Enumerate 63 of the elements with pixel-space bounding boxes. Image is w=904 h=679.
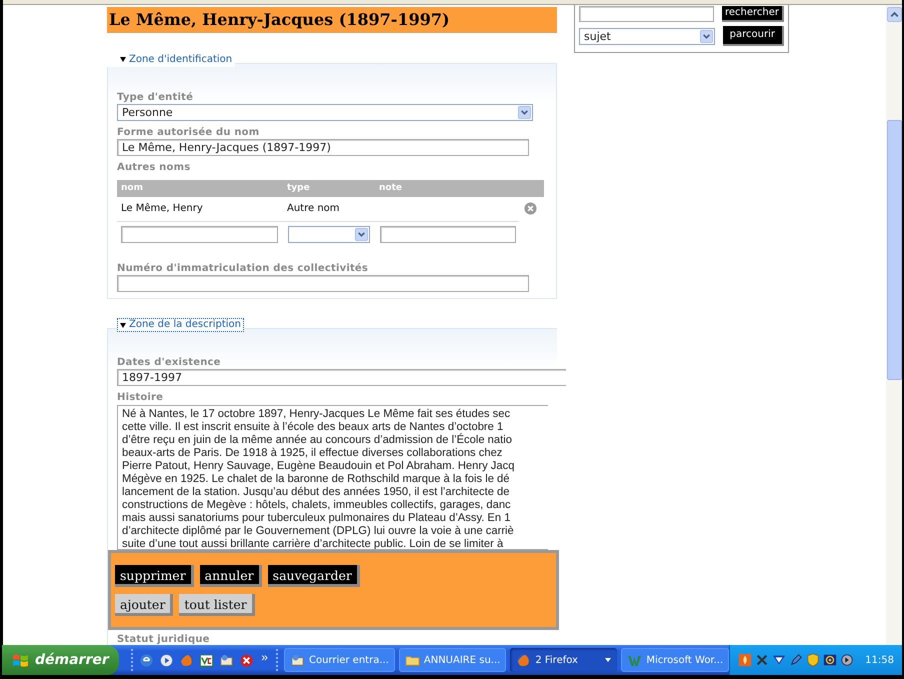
column-header: type [287, 183, 311, 193]
flame-icon[interactable] [738, 653, 752, 667]
text-line: d’architecte diplômé par le Gouvernement (DPLG) lui ouvre la voie à une carriè [122, 525, 515, 538]
text-line: Mégève en 1925. Le chalet de la baronne de Rothschild marque à la fois le dé [122, 473, 510, 486]
clock: 11:58 [865, 654, 894, 666]
browse-button[interactable]: parcourir [722, 26, 784, 46]
column-header: note [379, 183, 402, 193]
text-line: beaux-arts de Paris. De 1918 à 1925, il effectue diverses collaborations chez [122, 447, 504, 460]
text-line: Pierre Patout, Henry Sauvage, Eugène Beaudouin et Pol Abraham. Henry Jacq [122, 460, 516, 473]
text-line: Né à Nantes, le 17 octobre 1897, Henry-Jacques Le Même fait ses études sec [122, 408, 512, 421]
section-toggle-link[interactable]: Zone de la description [117, 318, 244, 332]
text-line: constructions de Megève : hôtels, chalets, immeubles collectifs, garages, danc [122, 499, 512, 512]
field-label: Autres noms [117, 162, 192, 174]
text-line: lancement de la station. Jusqu’au début des années 1950, il est l’architecte de [122, 486, 510, 499]
action-button[interactable]: tout lister [179, 594, 255, 616]
action-button[interactable]: annuler [200, 564, 262, 586]
pen-icon[interactable] [789, 653, 804, 667]
scroll-up-icon[interactable] [886, 7, 902, 22]
section-toggle-link[interactable]: Zone d'identification [107, 52, 236, 66]
envelope-icon [290, 652, 305, 668]
text-line: suite d’une tout aussi brillante carrière d’architecte public. Loin de se limiter à [122, 538, 504, 549]
text-line: cette ville. Il est inscrit ensuite à l’école des beaux arts de Nantes d’octobre 1 [122, 421, 504, 433]
taskbar-button[interactable]: 2 Firefox [510, 648, 618, 672]
search-button[interactable]: rechercher [722, 6, 784, 22]
text-line: mais aussi sanatoriums pour tuberculeux pulmonaires du Plateau d’Assy. En 1 [122, 512, 512, 525]
text-field[interactable] [380, 226, 516, 242]
text-field[interactable] [117, 274, 529, 292]
text-field[interactable] [579, 6, 714, 22]
text-field[interactable] [121, 226, 278, 242]
page-title: Le Même, Henry-Jacques (1897-1997) [107, 7, 557, 33]
scrollbar[interactable] [886, 5, 902, 645]
taskbar-button[interactable]: Courrier entra... [284, 648, 395, 672]
close-icon[interactable] [239, 652, 254, 668]
more-button[interactable]: » [259, 651, 270, 663]
select-field[interactable] [288, 226, 370, 242]
scroll-thumb[interactable] [886, 120, 902, 380]
field-label: Numéro d'immatriculation des collectivités [117, 262, 370, 274]
globe-icon [516, 652, 532, 668]
taskbar-button[interactable]: ANNUAIRE su... [398, 648, 506, 672]
text-line: d’être reçu en juin de la même année au concours d’admission de l’École natio [122, 434, 513, 447]
taskbar-button[interactable]: Microsoft Wor... [621, 648, 730, 672]
text-field[interactable]: Le Même, Henry-Jacques (1897-1997) [117, 138, 529, 156]
windows-flag-icon [12, 652, 29, 668]
select-field[interactable]: sujet [579, 28, 715, 44]
field-label: Histoire [117, 392, 164, 404]
field-label: Forme autorisée du nom [117, 126, 260, 138]
action-button[interactable]: supprimer [115, 564, 194, 586]
document-icon[interactable] [199, 652, 214, 668]
field-label: Dates d'existence [117, 357, 222, 369]
delete-icon[interactable] [524, 202, 537, 214]
start-button[interactable]: démarrer [2, 645, 120, 675]
media-play-icon[interactable] [159, 652, 174, 668]
select-field[interactable]: Personne [117, 104, 533, 120]
table-cell-text: Autre nom [287, 203, 341, 214]
action-button[interactable]: sauvegarder [268, 564, 360, 586]
column-header: nom [120, 183, 144, 193]
table-cell-text: Le Même, Henry [120, 203, 204, 214]
field-label: Statut juridique [117, 634, 210, 645]
envelope-icon[interactable] [219, 652, 234, 668]
field-label: Type d'entité [117, 92, 194, 104]
text-field[interactable]: 1897-1997 [117, 369, 566, 386]
action-button[interactable]: ajouter [115, 594, 174, 616]
network-icon[interactable] [772, 653, 786, 667]
